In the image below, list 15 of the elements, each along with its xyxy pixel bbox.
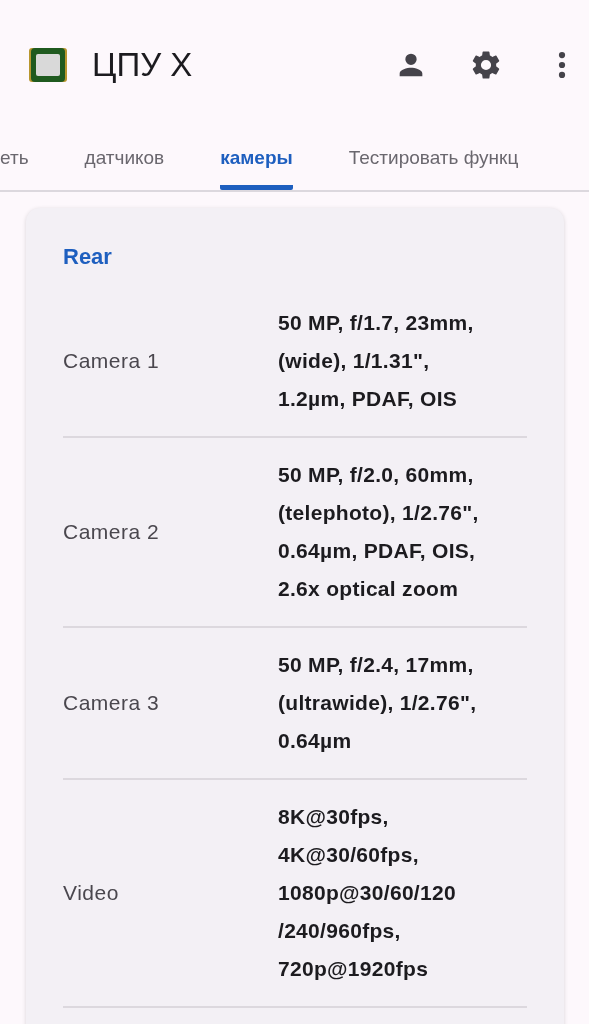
tab[interactable]: Тестировать функц bbox=[348, 130, 519, 190]
tab[interactable]: датчиков bbox=[84, 130, 165, 190]
cpu-chip-icon bbox=[28, 45, 68, 85]
tab[interactable]: еть bbox=[0, 130, 29, 190]
section-heading: Rear bbox=[63, 244, 113, 270]
tab[interactable]: камеры bbox=[220, 130, 293, 190]
spec-value: 50 MP, f/1.7, 23mm, (wide), 1/1.31", 1.2µm, PDAF, OIS bbox=[278, 310, 474, 412]
spec-value: 50 MP, f/2.0, 60mm, (telephoto), 1/2.76", 0.64µm, PDAF, OIS, 2.6x optical zoom bbox=[278, 462, 479, 602]
spec-label: Camera 3 bbox=[63, 691, 161, 715]
spec-label: Camera 2 bbox=[63, 520, 161, 544]
spec-value: 50 MP, f/2.4, 17mm, (ultrawide), 1/2.76", 0.64µm bbox=[278, 652, 477, 754]
app-title: ЦПУ X bbox=[92, 46, 193, 84]
spec-label: Camera 1 bbox=[63, 349, 161, 373]
spec-value: 8K@30fps, 4K@30/60fps, 1080p@30/60/120 /240/960fps, 720p@1920fps bbox=[278, 804, 456, 982]
spec-label: Video bbox=[63, 881, 120, 905]
